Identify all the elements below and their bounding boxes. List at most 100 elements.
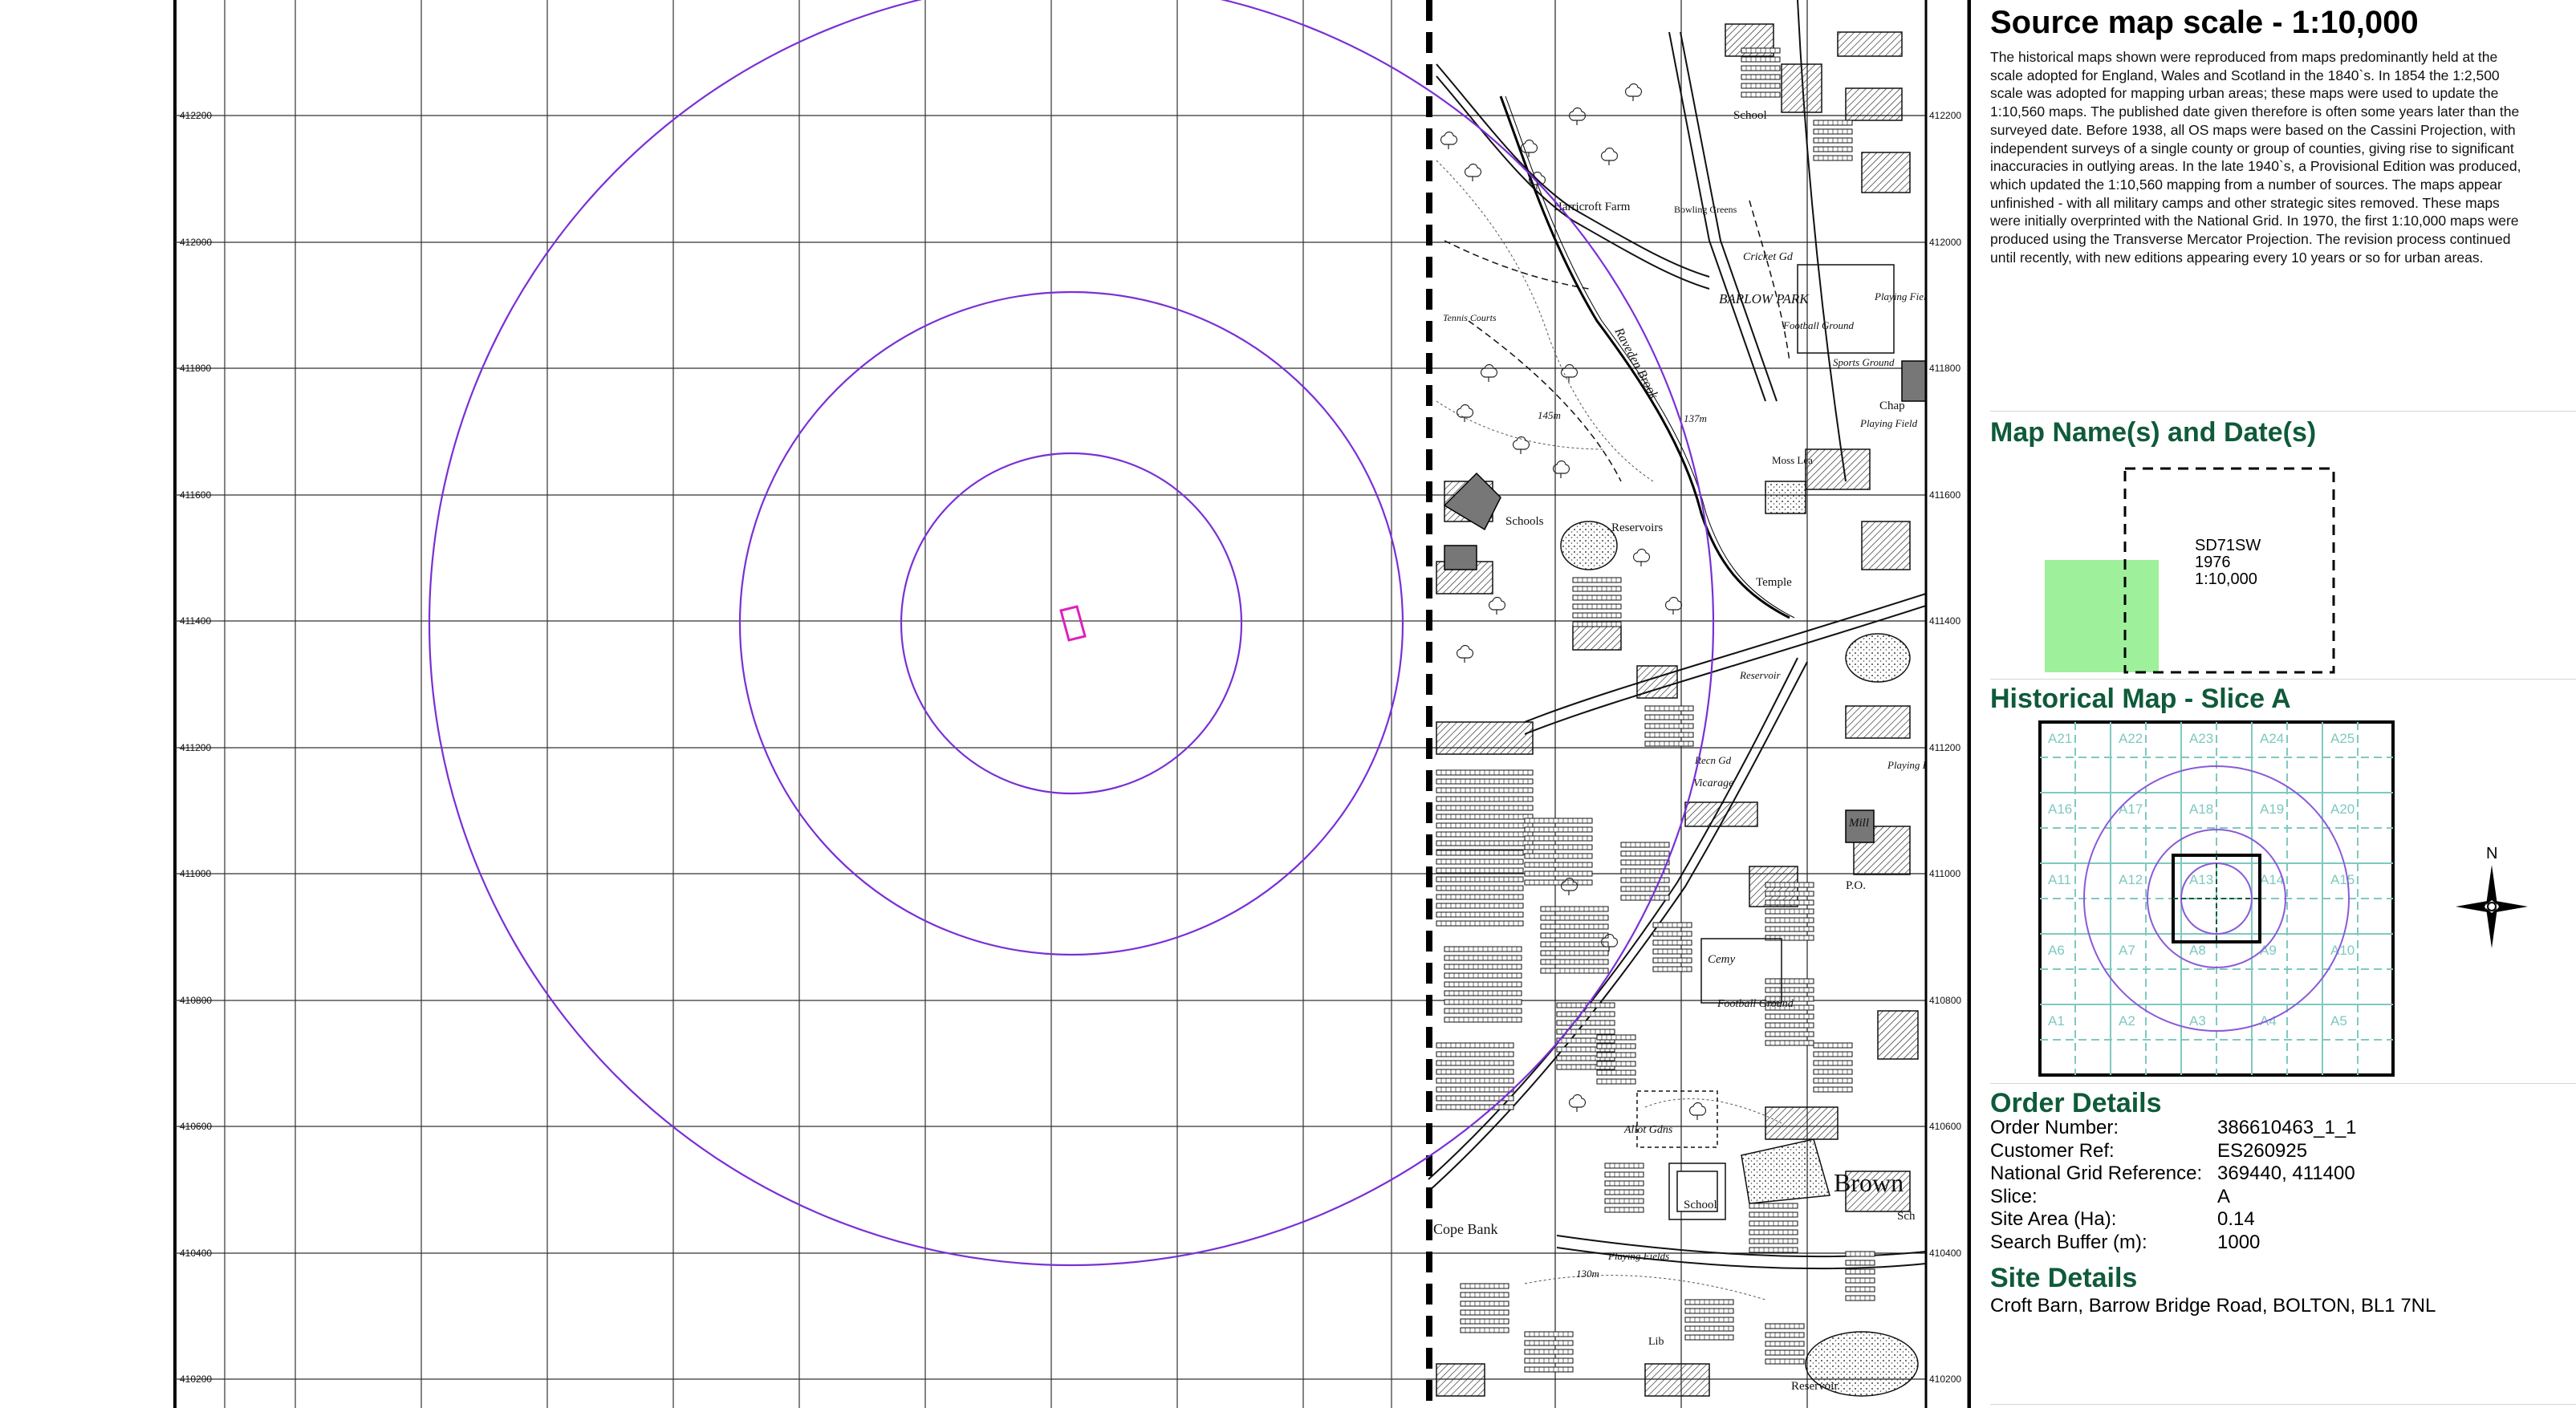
order-details-title: Order Details (1990, 1088, 2162, 1118)
slice-cell-label: A7 (2119, 943, 2135, 958)
buffer-ring-inner (900, 452, 1243, 795)
order-value: 386610463_1_1 (2217, 1117, 2357, 1138)
order-key: Slice: (1990, 1185, 2038, 1207)
site-boundary[interactable] (1059, 605, 1087, 642)
northing-label: 411800 (1929, 363, 1960, 374)
slice-cell-label: A23 (2189, 731, 2213, 746)
blank-grid (175, 0, 1427, 1408)
order-row: National Grid Reference: 369440, 411400 (1990, 1163, 2357, 1186)
separator (1990, 1083, 2576, 1084)
map-label: Cemy (1708, 953, 1735, 966)
map-label: BARLOW PARK (1719, 291, 1810, 306)
order-row: Search Buffer (m): 1000 (1990, 1231, 2357, 1255)
slice-cell-label: A19 (2260, 801, 2284, 817)
order-row: Slice: A (1990, 1186, 2357, 1209)
order-key: Customer Ref: (1990, 1139, 2115, 1162)
map-label: Sch (1897, 1210, 1916, 1223)
map-label: Reservoir (1791, 1380, 1838, 1393)
info-panel: Source map scale - 1:10,000 The historic… (1974, 0, 2576, 1408)
slice-cell-label: A10 (2330, 943, 2355, 958)
map-panel[interactable]: 412200 412000 411800 411600 411400 41120… (0, 0, 1971, 1408)
map-label: Allot Gdns (1623, 1124, 1673, 1136)
order-key: National Grid Reference: (1990, 1163, 2203, 1184)
north-label: N (2486, 845, 2497, 862)
site-details-title: Site Details (1990, 1263, 2138, 1293)
map-label: Reservoirs (1611, 521, 1663, 534)
slice-title: Historical Map - Slice A (1990, 684, 2291, 714)
northing-label: 412200 (180, 110, 212, 121)
map-sheet-year: 1976 (2195, 554, 2231, 571)
northing-labels-right: 412200 412000 411800 411600 411400 41120… (1929, 110, 1961, 1385)
northing-label: 411600 (180, 489, 211, 501)
map-sheet-scale: 1:10,000 (2195, 570, 2257, 588)
slice-cell-label: A3 (2189, 1013, 2206, 1029)
map-label: Chap (1879, 400, 1905, 412)
map-label: Playing Fields (1607, 1250, 1669, 1262)
slice-cell-label: A12 (2119, 872, 2143, 887)
northing-label: 411600 (1929, 489, 1960, 501)
separator (1990, 679, 2576, 680)
order-row: Site Area (Ha): 0.14 (1990, 1208, 2357, 1231)
map-names-title: Map Name(s) and Date(s) (1990, 417, 2317, 448)
map-label: Playing Field (1874, 290, 1932, 302)
map-label: Vicarage (1693, 777, 1733, 789)
northing-label: 411200 (180, 742, 211, 753)
map-label: School (1684, 1199, 1717, 1211)
northing-label: 410400 (1929, 1248, 1961, 1259)
source-description: The historical maps shown were reproduce… (1990, 49, 2521, 266)
slice-cell-label: A11 (2048, 872, 2071, 887)
slice-cell-label: A22 (2119, 731, 2143, 746)
slice-cell-label: A15 (2330, 872, 2355, 887)
map-label: Lib (1648, 1336, 1664, 1348)
order-value: A (2217, 1185, 2231, 1207)
northing-label: 410800 (1929, 995, 1961, 1006)
site-address: Croft Barn, Barrow Bridge Road, BOLTON, … (1990, 1295, 2436, 1317)
map-label: Harricroft Farm (1554, 201, 1631, 213)
northing-label: 411400 (180, 615, 211, 627)
map-label: Bowling Greens (1674, 204, 1737, 215)
map-canvas[interactable]: 412200 412000 411800 411600 411400 41120… (0, 0, 1971, 1408)
northing-label: 410200 (1929, 1374, 1961, 1385)
order-key: Order Number: (1990, 1117, 2119, 1138)
slice-cell-label: A16 (2048, 801, 2072, 817)
map-label: Football Ground (1717, 998, 1794, 1010)
northing-label: 410600 (180, 1121, 212, 1132)
map-label: 137m (1684, 412, 1707, 424)
map-sheet-diagram: SD71SW 1976 1:10,000 (2045, 467, 2335, 674)
map-label: Sports Ground (1833, 356, 1895, 368)
map-sheet-name: SD71SW (2195, 537, 2261, 554)
slice-cell-label: A25 (2330, 731, 2355, 746)
order-row: Customer Ref: ES260925 (1990, 1140, 2357, 1163)
order-key: Site Area (Ha): (1990, 1208, 2117, 1230)
map-label: School (1733, 109, 1767, 122)
slice-cell-label: A17 (2119, 801, 2143, 817)
map-label: Temple (1756, 576, 1792, 589)
map-label: Cricket Gd (1743, 251, 1794, 263)
north-arrow-icon: N (2456, 845, 2528, 948)
northing-label: 410200 (180, 1374, 212, 1385)
slice-cell-label: A6 (2048, 943, 2065, 958)
map-label: Schools (1505, 515, 1544, 528)
northing-label: 411000 (180, 868, 211, 879)
map-label: Playing Field (1859, 417, 1918, 429)
order-value: 1000 (2217, 1231, 2261, 1253)
northing-label: 411200 (1929, 742, 1960, 753)
map-label: Brown (1834, 1168, 1904, 1197)
slice-cell-label: A24 (2260, 731, 2284, 746)
site-sheet-fill (2045, 560, 2159, 672)
map-label: Playing Field (1887, 759, 1945, 771)
order-row: Order Number: 386610463_1_1 (1990, 1117, 2357, 1140)
map-label: Cope Bank (1433, 1221, 1498, 1237)
map-label: P.O. (1846, 879, 1866, 892)
map-label: Reservoir (1739, 669, 1781, 681)
separator (1990, 411, 2576, 412)
northing-label: 412200 (1929, 110, 1961, 121)
northing-label: 410400 (180, 1248, 212, 1259)
map-label: 130m (1576, 1268, 1599, 1280)
topographic-map: School Harricroft Farm Bowling Greens Cr… (1427, 0, 1945, 1408)
source-map-scale-title: Source map scale - 1:10,000 (1990, 5, 2419, 40)
map-label: 145m (1538, 409, 1561, 421)
map-label: Tennis Courts (1443, 312, 1497, 323)
slice-cell-label: A13 (2189, 872, 2213, 887)
map-label: Mill (1848, 817, 1869, 830)
